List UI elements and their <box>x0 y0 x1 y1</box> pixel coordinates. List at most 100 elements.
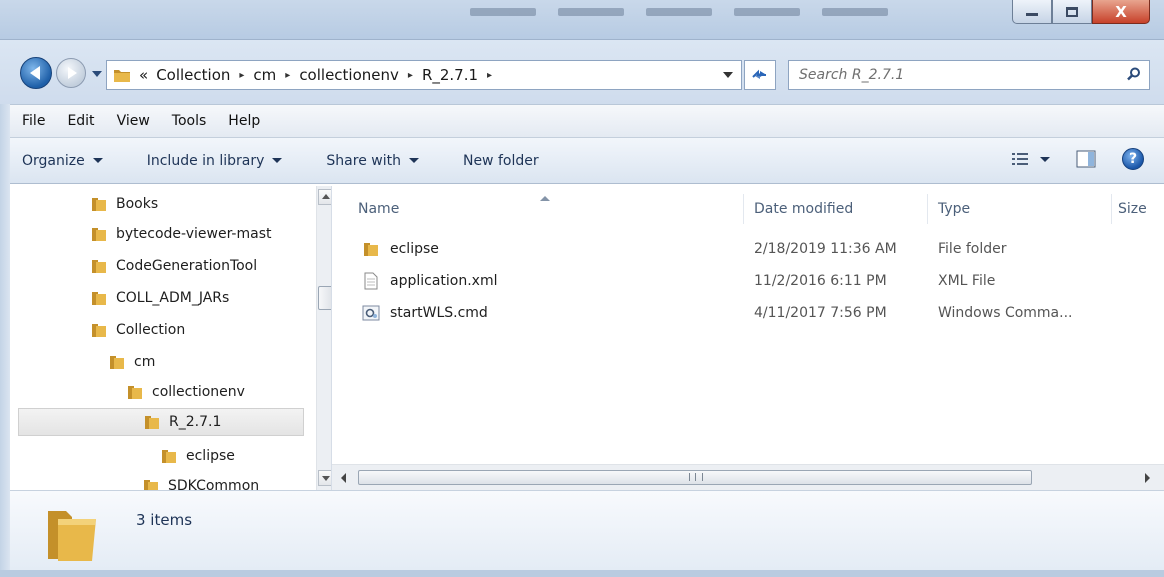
details-pane: 3 items <box>10 490 1164 570</box>
menu-edit[interactable]: Edit <box>67 113 94 129</box>
tree-item-r271[interactable]: R_2.7.1 <box>18 408 304 436</box>
tree-item-codegenerationtool[interactable]: CodeGenerationTool <box>90 252 257 280</box>
breadcrumb-separator-icon[interactable]: ▸ <box>239 70 244 81</box>
breadcrumb-collection[interactable]: Collection <box>156 66 230 84</box>
file-name: startWLS.cmd <box>390 305 488 321</box>
breadcrumb-overflow[interactable]: « <box>139 66 148 84</box>
breadcrumb-separator-icon[interactable]: ▸ <box>285 70 290 81</box>
tree-label: bytecode-viewer-mast <box>116 226 272 242</box>
back-arrow-icon <box>29 66 40 80</box>
file-name: application.xml <box>390 273 498 289</box>
file-date: 2/18/2019 11:36 AM <box>754 241 897 257</box>
file-date: 4/11/2017 7:56 PM <box>754 305 887 321</box>
tree-label: COLL_ADM_JARs <box>116 290 230 306</box>
share-with-button[interactable]: Share with <box>326 153 419 169</box>
refresh-button[interactable] <box>744 60 776 90</box>
command-bar: Organize Include in library Share with N… <box>0 138 1164 184</box>
tree-item-collectionenv[interactable]: collectionenv <box>126 378 245 406</box>
chevron-down-icon <box>1040 156 1050 162</box>
include-in-library-label: Include in library <box>146 152 265 169</box>
menu-file[interactable]: File <box>22 113 45 129</box>
scroll-grip-icon <box>689 473 703 481</box>
preview-pane-icon[interactable] <box>1076 150 1096 168</box>
folder-icon <box>364 243 378 256</box>
close-button[interactable]: X <box>1092 0 1150 24</box>
file-name: eclipse <box>390 241 439 257</box>
tree-label: eclipse <box>186 448 235 464</box>
scroll-thumb[interactable] <box>318 286 331 310</box>
tree-item-bytecode-viewer[interactable]: bytecode-viewer-mast <box>90 220 271 248</box>
window-controls: X <box>1012 0 1150 24</box>
file-row-eclipse[interactable]: eclipse 2/18/2019 11:36 AM File folder <box>356 236 1156 262</box>
tree-item-collection[interactable]: Collection <box>90 316 185 344</box>
column-header-name[interactable]: Name <box>332 194 744 224</box>
back-button[interactable] <box>20 57 52 89</box>
title-bar: X <box>0 0 1164 40</box>
address-history-dropdown[interactable] <box>723 72 733 78</box>
tree-label: cm <box>134 354 156 370</box>
folder-icon <box>145 416 159 429</box>
scroll-right-icon[interactable] <box>1145 473 1150 483</box>
address-bar[interactable]: « Collection ▸ cm ▸ collectionenv ▸ R_2.… <box>106 60 742 90</box>
new-folder-button[interactable]: New folder <box>463 153 539 169</box>
recent-pages-dropdown[interactable] <box>92 71 102 77</box>
nav-vertical-scrollbar[interactable] <box>316 186 331 490</box>
minimize-button[interactable] <box>1012 0 1052 24</box>
scroll-thumb[interactable] <box>358 470 1032 485</box>
minimize-icon <box>1026 13 1038 16</box>
menu-view[interactable]: View <box>117 113 150 129</box>
sort-ascending-icon <box>540 196 550 201</box>
scroll-down-button[interactable] <box>318 470 331 486</box>
chevron-down-icon <box>408 158 419 163</box>
chevron-up-icon <box>322 194 330 199</box>
help-icon[interactable]: ? <box>1122 148 1144 170</box>
folder-icon <box>92 292 106 305</box>
share-with-label: Share with <box>326 152 401 169</box>
tree-item-coll-adm-jars[interactable]: COLL_ADM_JARs <box>90 284 229 312</box>
folder-icon <box>110 356 124 369</box>
search-input[interactable] <box>789 61 1109 89</box>
tree-label: Collection <box>116 322 186 338</box>
scroll-left-icon[interactable] <box>341 473 346 483</box>
tree-item-sdkcommon[interactable]: SDKCommon <box>142 472 259 490</box>
breadcrumb-separator-icon[interactable]: ▸ <box>408 70 413 81</box>
tree-label: R_2.7.1 <box>169 414 222 430</box>
breadcrumb-separator-icon[interactable]: ▸ <box>487 70 492 81</box>
folder-icon <box>92 228 106 241</box>
forward-arrow-icon <box>68 67 77 79</box>
maximize-button[interactable] <box>1052 0 1092 24</box>
file-type: File folder <box>938 241 1007 257</box>
folder-icon <box>92 260 106 273</box>
file-row-startwls-cmd[interactable]: startWLS.cmd 4/11/2017 7:56 PM Windows C… <box>356 300 1156 326</box>
column-header-type[interactable]: Type <box>928 194 1112 224</box>
maximize-icon <box>1066 6 1078 17</box>
xml-file-icon <box>364 272 378 290</box>
forward-button[interactable] <box>56 58 86 88</box>
tree-item-eclipse[interactable]: eclipse <box>160 442 235 470</box>
toolbar-right: ? <box>1012 148 1144 170</box>
scroll-up-button[interactable] <box>318 189 331 205</box>
change-view-button[interactable] <box>1012 152 1050 166</box>
menu-tools[interactable]: Tools <box>172 113 207 129</box>
folder-icon <box>114 70 130 82</box>
breadcrumb-cm[interactable]: cm <box>253 66 276 84</box>
column-header-size[interactable]: Size <box>1112 194 1164 224</box>
chevron-down-icon <box>272 158 283 163</box>
window-frame-bottom <box>0 570 1164 577</box>
menu-help[interactable]: Help <box>228 113 260 129</box>
breadcrumb-collectionenv[interactable]: collectionenv <box>299 66 399 84</box>
include-in-library-button[interactable]: Include in library <box>147 153 283 169</box>
navigation-pane[interactable]: Books bytecode-viewer-mast CodeGeneratio… <box>10 186 332 490</box>
column-header-date-modified[interactable]: Date modified <box>744 194 928 224</box>
organize-button[interactable]: Organize <box>22 153 103 169</box>
tree-item-books[interactable]: Books <box>90 190 158 218</box>
search-icon[interactable] <box>1127 67 1141 81</box>
breadcrumb-r271[interactable]: R_2.7.1 <box>422 66 478 84</box>
close-icon: X <box>1115 2 1127 21</box>
search-box[interactable] <box>788 60 1150 90</box>
tree-item-cm[interactable]: cm <box>108 348 155 376</box>
folder-icon <box>92 324 106 337</box>
file-horizontal-scrollbar[interactable] <box>332 464 1164 490</box>
file-row-application-xml[interactable]: application.xml 11/2/2016 6:11 PM XML Fi… <box>356 268 1156 294</box>
file-list-pane[interactable]: Name Date modified Type Size eclipse 2/1… <box>332 186 1164 464</box>
